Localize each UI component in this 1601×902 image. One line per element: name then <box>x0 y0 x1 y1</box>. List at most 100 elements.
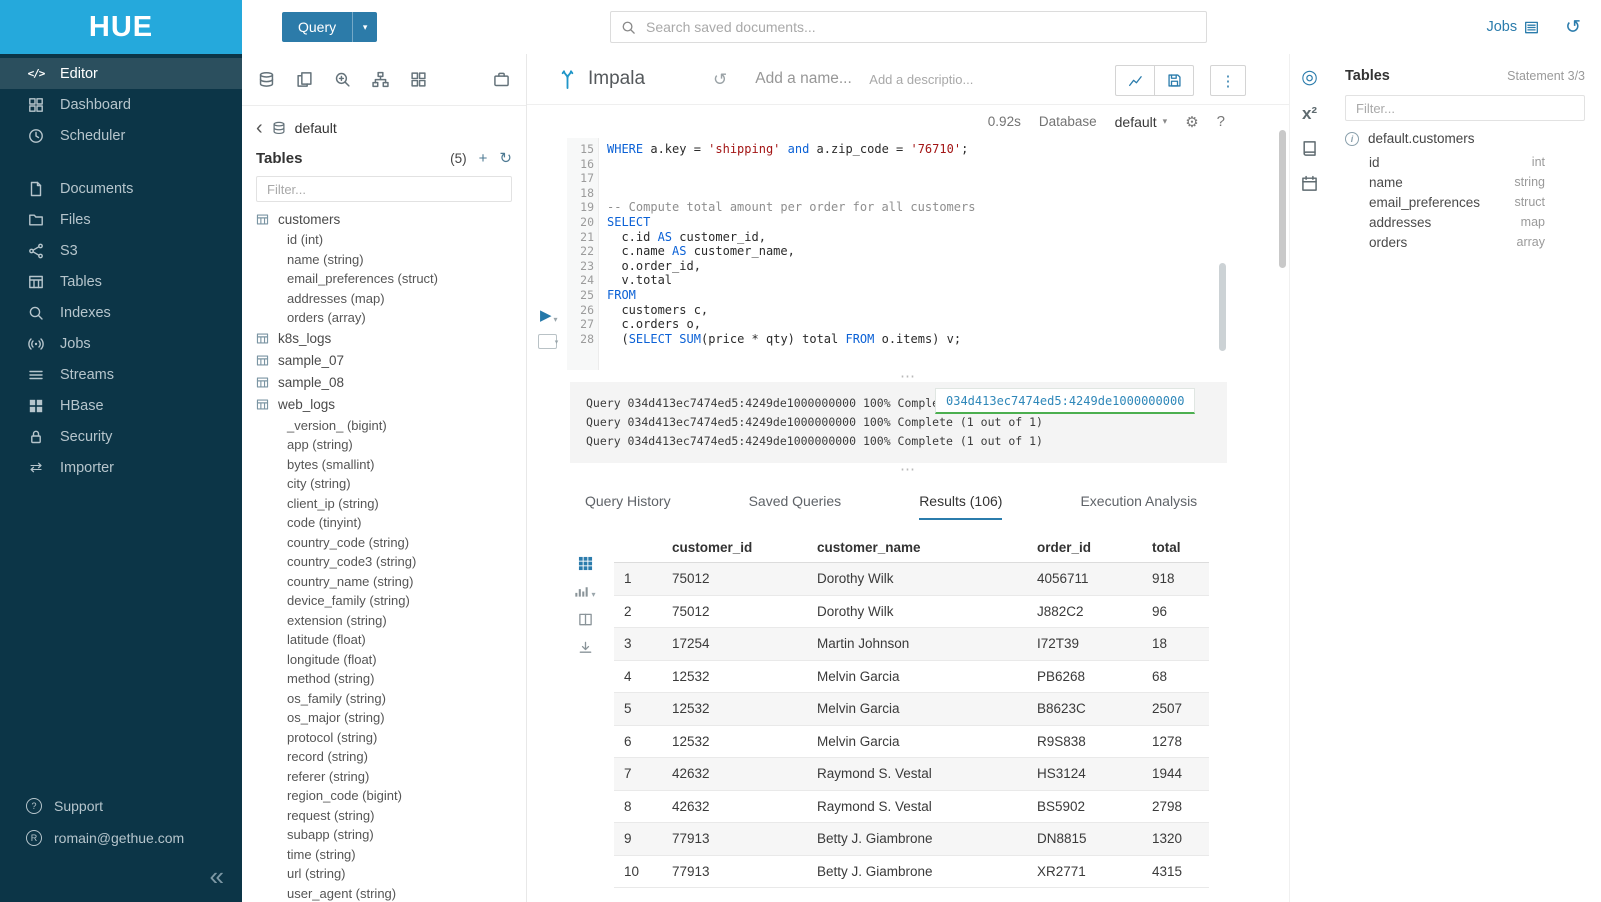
right-column-orders[interactable]: ordersarray <box>1345 232 1585 252</box>
column-header-customer-id[interactable]: customer_id <box>662 532 807 563</box>
query-history-icon[interactable]: ↺ <box>713 71 727 88</box>
table-row[interactable]: 275012Dorothy WilkJ882C296 <box>614 595 1209 628</box>
sidebar-item-streams[interactable]: Streams <box>0 359 242 390</box>
refresh-icon[interactable]: ↻ <box>499 149 512 167</box>
assist-table-k8s-logs[interactable]: k8s_logs <box>256 328 512 350</box>
assist-table-customers[interactable]: customers <box>256 208 512 230</box>
table-row[interactable]: 317254Martin JohnsonI72T3918 <box>614 628 1209 661</box>
execute-button[interactable]: ▶▾ <box>540 306 558 324</box>
breadcrumb-back-icon[interactable]: ‹ <box>256 118 263 138</box>
sidebar-item-documents[interactable]: Documents <box>0 173 242 204</box>
assist-column[interactable]: client_ip (string) <box>256 494 512 514</box>
sidebar-item-security[interactable]: Security <box>0 421 242 452</box>
apps-grid-icon[interactable] <box>410 71 427 88</box>
active-table-row[interactable]: i default.customers <box>1345 131 1585 146</box>
search-input[interactable] <box>644 18 1196 36</box>
table-row[interactable]: 175012Dorothy Wilk4056711918 <box>614 563 1209 596</box>
table-row[interactable]: 612532Melvin GarciaR9S8381278 <box>614 725 1209 758</box>
assist-column[interactable]: email_preferences (struct) <box>256 269 512 289</box>
assist-column[interactable]: country_code (string) <box>256 533 512 553</box>
assist-column[interactable]: referer (string) <box>256 767 512 787</box>
zoom-search-icon[interactable] <box>334 71 351 88</box>
chart-button[interactable] <box>1116 66 1154 95</box>
save-button[interactable] <box>1154 66 1193 95</box>
column-header-order-id[interactable]: order_id <box>1027 532 1142 563</box>
assist-column[interactable]: method (string) <box>256 669 512 689</box>
assist-column[interactable]: device_family (string) <box>256 591 512 611</box>
download-icon[interactable] <box>578 640 593 655</box>
columns-view-icon[interactable] <box>578 612 593 627</box>
sidebar-item-files[interactable]: Files <box>0 204 242 235</box>
code-area[interactable]: WHERE a.key = 'shipping' and a.zip_code … <box>599 138 1289 370</box>
assist-column[interactable]: bytes (smallint) <box>256 455 512 475</box>
resize-handle[interactable] <box>527 463 1289 475</box>
assist-column[interactable]: addresses (map) <box>256 289 512 309</box>
sidebar-item-importer[interactable]: ⇄Importer <box>0 452 242 483</box>
editor-scrollbar[interactable] <box>1219 263 1226 351</box>
tab-results-106[interactable]: Results (106) <box>919 485 1002 520</box>
tab-saved-queries[interactable]: Saved Queries <box>749 485 842 520</box>
assist-column[interactable]: country_code3 (string) <box>256 552 512 572</box>
assist-column[interactable]: user_agent (string) <box>256 884 512 902</box>
tab-query-history[interactable]: Query History <box>585 485 671 520</box>
main-scrollbar[interactable] <box>1279 130 1286 268</box>
table-row[interactable]: 412532Melvin GarciaPB626868 <box>614 660 1209 693</box>
add-table-icon[interactable]: + <box>479 150 488 167</box>
assist-table-sample-08[interactable]: sample_08 <box>256 372 512 394</box>
table-row[interactable]: 842632Raymond S. VestalBS59022798 <box>614 790 1209 823</box>
table-row[interactable]: 512532Melvin GarciaB8623C2507 <box>614 693 1209 726</box>
new-query-button[interactable]: Query ▾ <box>282 12 377 42</box>
query-description-input[interactable] <box>867 71 993 88</box>
help-icon[interactable]: ? <box>1217 113 1225 130</box>
sidebar-item-hbase[interactable]: HBase <box>0 390 242 421</box>
sitemap-icon[interactable] <box>372 71 389 88</box>
table-row[interactable]: 742632Raymond S. VestalHS31241944 <box>614 758 1209 791</box>
sidebar-item-user[interactable]: R romain@gethue.com <box>0 822 242 854</box>
sidebar-item-s3[interactable]: S3 <box>0 235 242 266</box>
sidebar-item-scheduler[interactable]: Scheduler <box>0 120 242 151</box>
assist-column[interactable]: time (string) <box>256 845 512 865</box>
assist-table-web-logs[interactable]: web_logs <box>256 394 512 416</box>
assist-column[interactable]: request (string) <box>256 806 512 826</box>
assist-column[interactable]: code (tinyint) <box>256 513 512 533</box>
right-column-addresses[interactable]: addressesmap <box>1345 212 1585 232</box>
table-filter-input[interactable] <box>265 181 503 198</box>
table-row[interactable]: 1077913Betty J. GiambroneXR27714315 <box>614 855 1209 888</box>
breadcrumb-database[interactable]: default <box>295 120 337 136</box>
assist-column[interactable]: city (string) <box>256 474 512 494</box>
query-id-overlay[interactable]: 034d413ec7474ed5:4249de1000000000 <box>935 388 1195 414</box>
database-select[interactable]: default ▾ <box>1115 114 1168 130</box>
jobs-link[interactable]: Jobs <box>1486 19 1539 35</box>
query-name-input[interactable] <box>753 69 857 89</box>
assist-column[interactable]: region_code (bigint) <box>256 786 512 806</box>
assist-column[interactable]: subapp (string) <box>256 825 512 845</box>
tab-execution-analysis[interactable]: Execution Analysis <box>1080 485 1197 520</box>
schedule-icon[interactable] <box>1301 175 1318 192</box>
assist-column[interactable]: latitude (float) <box>256 630 512 650</box>
query-type-caret-icon[interactable]: ▾ <box>352 12 377 42</box>
sidebar-item-editor[interactable]: </>Editor <box>0 58 242 89</box>
hue-logo[interactable]: HUE <box>0 0 242 54</box>
sidebar-item-jobs[interactable]: Jobs <box>0 328 242 359</box>
sidebar-item-indexes[interactable]: Indexes <box>0 297 242 328</box>
sidebar-item-support[interactable]: ? Support <box>0 790 242 822</box>
settings-gear-icon[interactable]: ⚙ <box>1185 113 1198 131</box>
assist-column[interactable]: longitude (float) <box>256 650 512 670</box>
column-header-customer-name[interactable]: customer_name <box>807 532 1027 563</box>
sidebar-item-tables[interactable]: Tables <box>0 266 242 297</box>
assist-column[interactable]: app (string) <box>256 435 512 455</box>
assist-column[interactable]: country_name (string) <box>256 572 512 592</box>
more-actions-button[interactable]: ⋮ <box>1210 65 1246 96</box>
assist-table-sample-07[interactable]: sample_07 <box>256 350 512 372</box>
grid-view-icon[interactable] <box>578 556 593 571</box>
assist-column[interactable]: record (string) <box>256 747 512 767</box>
assist-column[interactable]: id (int) <box>256 230 512 250</box>
documents-copy-icon[interactable] <box>296 71 313 88</box>
assist-column[interactable]: protocol (string) <box>256 728 512 748</box>
column-header-total[interactable]: total <box>1142 532 1209 563</box>
assist-column[interactable]: extension (string) <box>256 611 512 631</box>
assist-column[interactable]: os_family (string) <box>256 689 512 709</box>
assist-column[interactable]: orders (array) <box>256 308 512 328</box>
sidebar-item-dashboard[interactable]: Dashboard <box>0 89 242 120</box>
databases-icon[interactable] <box>258 71 275 88</box>
